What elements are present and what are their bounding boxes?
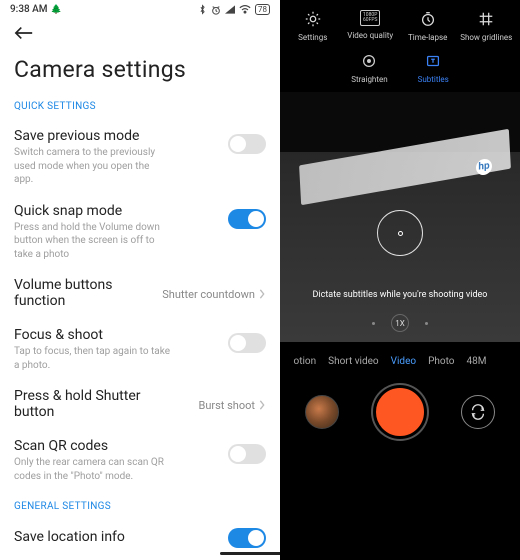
camera-top-row2: Straighten Subtitles — [280, 48, 520, 92]
flip-icon — [469, 403, 487, 421]
gallery-thumbnail[interactable] — [305, 395, 339, 429]
camera-option-gridlines[interactable]: Show gridlines — [460, 10, 512, 42]
toggle[interactable] — [228, 528, 266, 548]
camera-top-options: Settings 1080P 60FPS Video quality Time-… — [280, 0, 520, 48]
page-title: Camera settings — [0, 50, 280, 97]
setting-focus-and-shoot[interactable]: Focus & shoot Tap to focus, then tap aga… — [0, 319, 280, 380]
toggle[interactable] — [228, 134, 266, 154]
gear-icon — [304, 10, 322, 28]
quality-badge-icon: 1080P 60FPS — [360, 10, 381, 26]
focus-ring[interactable] — [377, 210, 423, 256]
mode-photo[interactable]: Photo — [428, 356, 454, 367]
mode-short-video[interactable]: Short video — [328, 356, 378, 367]
setting-value: Burst shoot — [198, 399, 255, 412]
setting-title: Quick snap mode — [14, 203, 220, 219]
toggle[interactable] — [228, 333, 266, 353]
toggle[interactable] — [228, 444, 266, 464]
bluetooth-icon — [198, 4, 207, 15]
zoom-selector[interactable]: 1X — [280, 314, 520, 332]
camera-screen: Settings 1080P 60FPS Video quality Time-… — [280, 0, 520, 560]
toggle[interactable] — [228, 209, 266, 229]
status-icons: 78 — [198, 4, 270, 15]
camera-option-settings[interactable]: Settings — [288, 10, 338, 42]
signal-icon — [225, 5, 235, 14]
setting-desc: Tap to focus, then tap again to take a p… — [14, 345, 220, 372]
camera-option-time-lapse[interactable]: Time-lapse — [403, 10, 453, 42]
camera-controls — [280, 375, 520, 449]
arrow-left-icon — [14, 26, 34, 40]
wifi-icon — [239, 5, 251, 14]
setting-value: Shutter countdown — [162, 288, 255, 301]
mode-slowmotion[interactable]: otion — [294, 356, 317, 367]
status-bar: 9:38 AM 🌲 78 — [0, 0, 280, 17]
section-general-settings: GENERAL SETTINGS — [0, 497, 280, 520]
settings-screen: 9:38 AM 🌲 78 Camera settings QUICK SETTI… — [0, 0, 280, 560]
setting-title: Scan QR codes — [14, 438, 220, 454]
camera-option-subtitles[interactable]: Subtitles — [418, 52, 449, 84]
status-time: 9:38 AM — [10, 4, 48, 15]
chevron-right-icon — [258, 289, 266, 299]
setting-desc: Switch camera to the previously used mod… — [14, 146, 220, 187]
hp-logo: hp — [476, 158, 492, 176]
zoom-dot — [372, 322, 375, 325]
setting-desc: Only the rear camera can scan QR codes i… — [14, 456, 220, 483]
chevron-right-icon — [258, 400, 266, 410]
timer-icon — [419, 10, 437, 28]
setting-quick-snap-mode[interactable]: Quick snap mode Press and hold the Volum… — [0, 195, 280, 270]
setting-title: Press & hold Shutter button — [14, 388, 154, 420]
back-button[interactable] — [0, 17, 280, 50]
setting-title: Volume buttons function — [14, 277, 144, 309]
zoom-dot — [425, 322, 428, 325]
setting-title: Focus & shoot — [14, 327, 220, 343]
battery-icon: 78 — [255, 4, 270, 15]
alarm-icon — [211, 5, 221, 15]
viewfinder[interactable]: hp Dictate subtitles while you're shooti… — [280, 92, 520, 342]
camera-option-video-quality[interactable]: 1080P 60FPS Video quality — [345, 10, 395, 42]
level-icon — [360, 52, 378, 70]
mode-48m[interactable]: 48M — [466, 356, 486, 367]
setting-title: Save previous mode — [14, 128, 220, 144]
zoom-level[interactable]: 1X — [391, 314, 409, 332]
setting-desc: Press and hold the Volume down button wh… — [14, 221, 220, 262]
setting-save-previous-mode[interactable]: Save previous mode Switch camera to the … — [0, 120, 280, 195]
grid-icon — [477, 10, 495, 28]
tree-icon: 🌲 — [51, 5, 62, 15]
section-quick-settings: QUICK SETTINGS — [0, 97, 280, 120]
shutter-button[interactable] — [373, 385, 427, 439]
subtitle-hint: Dictate subtitles while you're shooting … — [280, 289, 520, 302]
setting-press-hold-shutter[interactable]: Press & hold Shutter button Burst shoot — [0, 380, 280, 430]
setting-scan-qr-codes[interactable]: Scan QR codes Only the rear camera can s… — [0, 430, 280, 491]
camera-option-straighten[interactable]: Straighten — [351, 52, 387, 84]
subtitles-icon — [424, 52, 442, 70]
flip-camera-button[interactable] — [461, 395, 495, 429]
setting-save-location-info[interactable]: Save location info — [0, 520, 280, 556]
setting-volume-buttons-function[interactable]: Volume buttons function Shutter countdow… — [0, 269, 280, 319]
mode-strip[interactable]: otion Short video Video Photo 48M — [280, 342, 520, 375]
setting-title: Save location info — [14, 529, 125, 545]
mode-video[interactable]: Video — [391, 356, 416, 367]
